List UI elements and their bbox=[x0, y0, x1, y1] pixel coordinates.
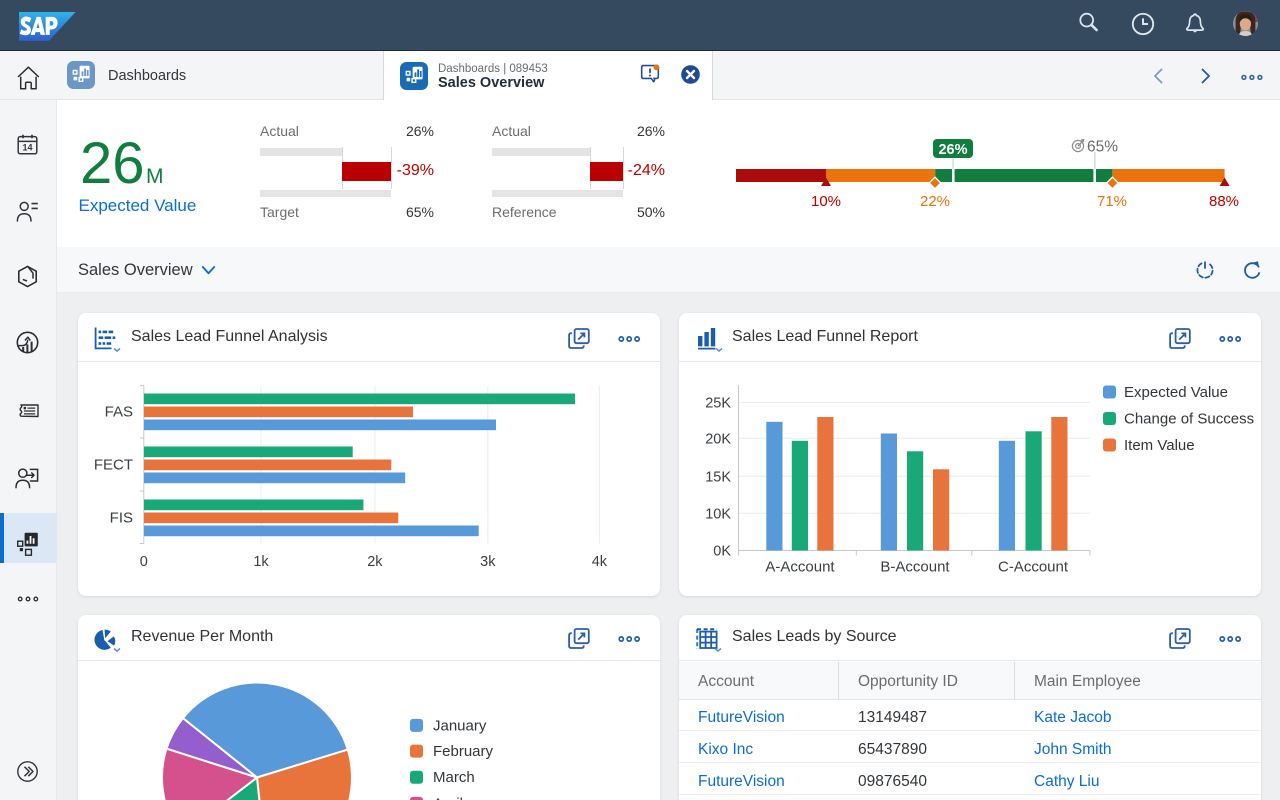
svg-text:January: January bbox=[433, 717, 487, 734]
svg-text:15K: 15K bbox=[705, 469, 731, 485]
svg-text:B-Account: B-Account bbox=[880, 559, 950, 576]
svg-text:1k: 1k bbox=[253, 554, 269, 570]
svg-text:FECT: FECT bbox=[94, 457, 133, 474]
svg-text:April: April bbox=[433, 795, 463, 800]
svg-text:71%: 71% bbox=[1097, 193, 1127, 210]
svg-text:0K: 0K bbox=[713, 544, 731, 560]
svg-text:10K: 10K bbox=[705, 506, 731, 522]
svg-text:20K: 20K bbox=[705, 431, 731, 447]
svg-text:FIS: FIS bbox=[110, 510, 133, 527]
svg-text:March: March bbox=[433, 769, 475, 786]
svg-text:3k: 3k bbox=[480, 554, 496, 570]
svg-text:0: 0 bbox=[140, 554, 148, 570]
svg-text:Change of Success: Change of Success bbox=[1124, 411, 1254, 428]
svg-text:22%: 22% bbox=[920, 193, 950, 210]
svg-text:65%: 65% bbox=[1087, 139, 1118, 156]
svg-text:26%: 26% bbox=[938, 142, 967, 158]
svg-text:2k: 2k bbox=[367, 554, 383, 570]
svg-text:25K: 25K bbox=[705, 396, 731, 412]
svg-text:February: February bbox=[433, 743, 494, 760]
svg-text:Item Value: Item Value bbox=[1124, 437, 1195, 454]
svg-text:4k: 4k bbox=[592, 554, 608, 570]
svg-text:Expected Value: Expected Value bbox=[1124, 384, 1228, 401]
svg-text:88%: 88% bbox=[1209, 193, 1239, 210]
svg-text:A-Account: A-Account bbox=[765, 559, 835, 576]
svg-text:FAS: FAS bbox=[105, 404, 133, 421]
svg-text:C-Account: C-Account bbox=[998, 559, 1069, 576]
svg-text:10%: 10% bbox=[811, 193, 841, 210]
svg-text:14: 14 bbox=[22, 142, 32, 152]
